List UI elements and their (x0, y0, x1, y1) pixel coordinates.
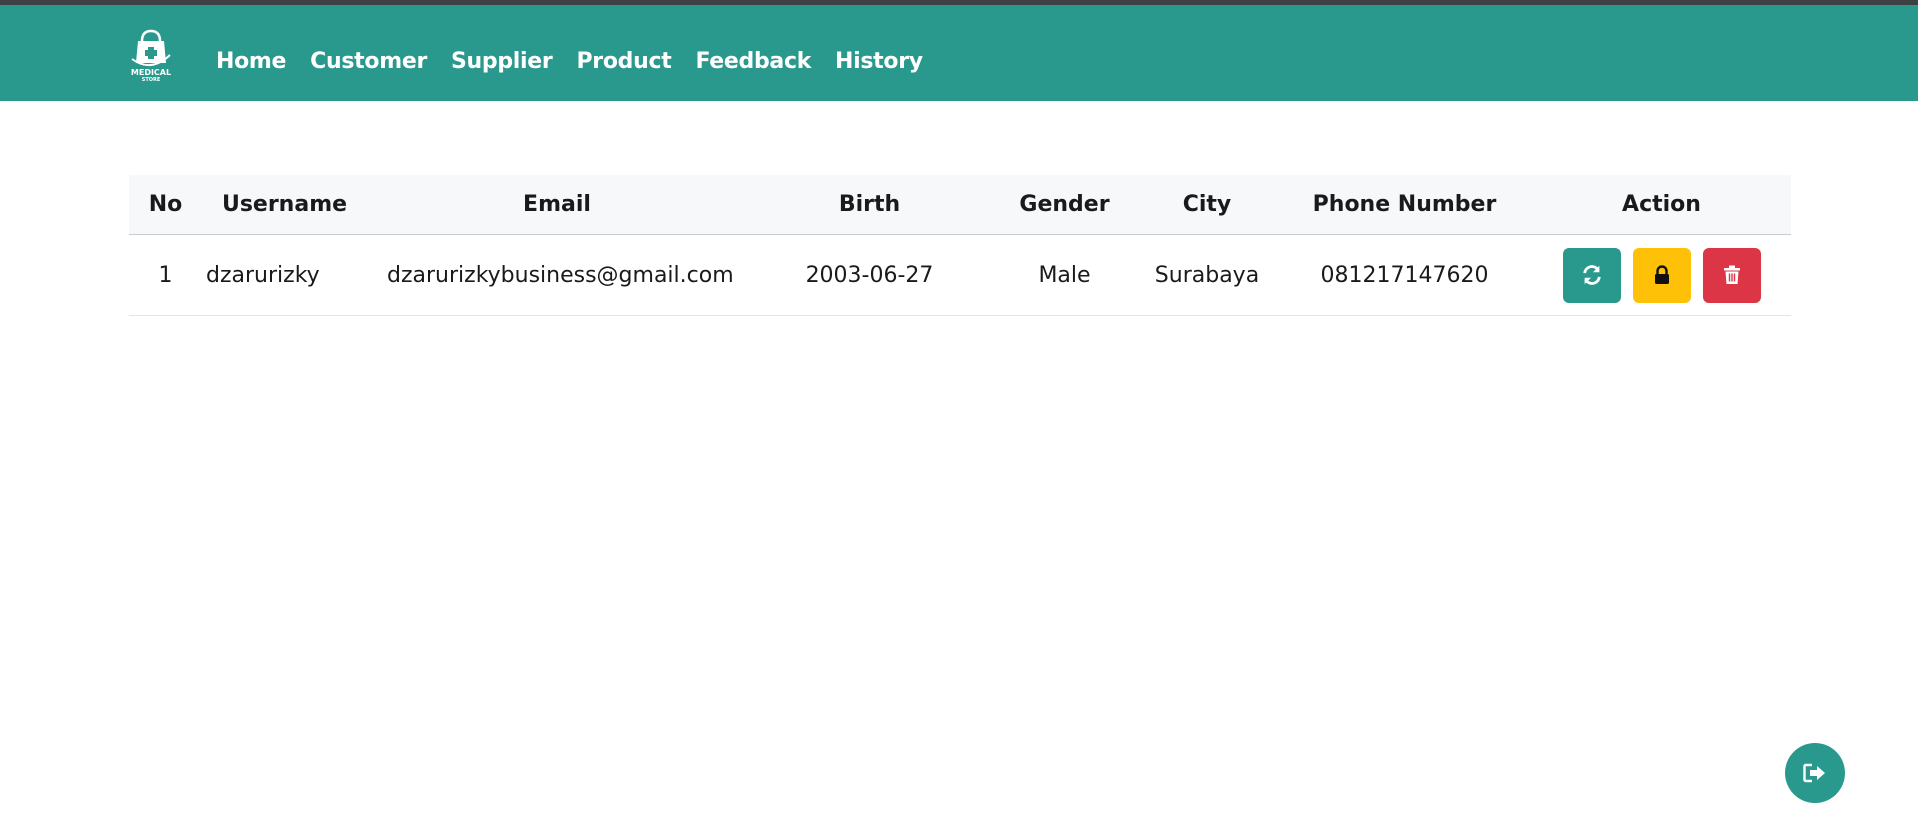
update-button[interactable] (1562, 247, 1621, 303)
trash-icon (1723, 265, 1740, 284)
nav-customer[interactable]: Customer (310, 49, 427, 74)
column-header-username: Username (202, 175, 367, 235)
delete-button[interactable] (1702, 247, 1761, 303)
customer-table: No Username Email Birth Gender City Phon… (129, 175, 1791, 316)
lock-button[interactable] (1632, 247, 1691, 303)
cell-username: dzarurizky (202, 234, 367, 316)
table-row: 1 dzarurizky dzarurizkybusiness@gmail.co… (129, 234, 1791, 316)
cell-email: dzarurizkybusiness@gmail.com (367, 234, 747, 316)
cell-birth: 2003-06-27 (747, 234, 992, 316)
column-header-gender: Gender (992, 175, 1137, 235)
refresh-icon (1582, 265, 1601, 285)
cell-action (1532, 234, 1791, 316)
brand-logo-text: MEDICAL STORE (130, 68, 172, 84)
sign-out-icon (1803, 763, 1825, 783)
cell-no: 1 (129, 234, 202, 316)
nav-history[interactable]: History (835, 49, 923, 74)
lock-icon (1654, 265, 1669, 284)
cell-gender: Male (992, 234, 1137, 316)
nav-home[interactable]: Home (216, 49, 286, 74)
logout-button[interactable] (1785, 743, 1845, 803)
nav-links: Home Customer Supplier Product Feedback … (216, 41, 947, 81)
shopping-bag-icon (131, 29, 171, 66)
column-header-birth: Birth (747, 175, 992, 235)
cell-phone: 081217147620 (1277, 234, 1532, 316)
column-header-phone: Phone Number (1277, 175, 1532, 235)
column-header-email: Email (367, 175, 747, 235)
action-buttons (1562, 247, 1761, 303)
customer-table-container: No Username Email Birth Gender City Phon… (129, 175, 1791, 316)
column-header-no: No (129, 175, 202, 235)
cell-city: Surabaya (1137, 234, 1277, 316)
navbar: MEDICAL STORE Home Customer Supplier Pro… (0, 5, 1918, 101)
nav-product[interactable]: Product (576, 49, 671, 74)
column-header-city: City (1137, 175, 1277, 235)
nav-supplier[interactable]: Supplier (451, 49, 553, 74)
table-header-row: No Username Email Birth Gender City Phon… (129, 175, 1791, 235)
nav-feedback[interactable]: Feedback (695, 49, 811, 74)
brand-logo[interactable]: MEDICAL STORE (128, 29, 174, 87)
column-header-action: Action (1532, 175, 1791, 235)
